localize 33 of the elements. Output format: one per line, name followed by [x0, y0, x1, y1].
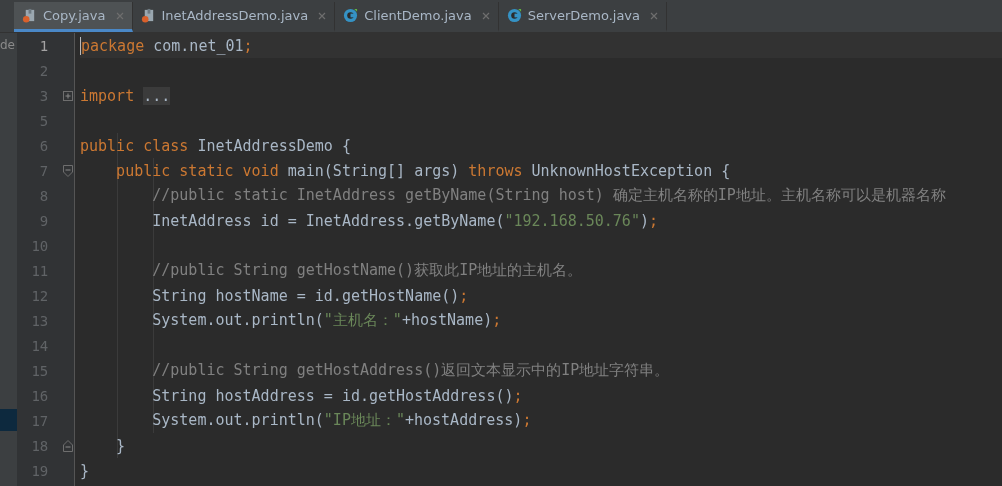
text-caret: [80, 36, 81, 55]
code-line: InetAddress id = InetAddress.getByName("192.168.50.76");: [151, 211, 658, 230]
close-icon[interactable]: [481, 11, 490, 20]
code-line: }: [115, 436, 126, 455]
code-line: //public static InetAddress getByName(String host) 确定主机名称的IP地址。主机名称可以是机器名称: [151, 186, 946, 205]
close-icon[interactable]: [115, 11, 124, 20]
collapse-fold-icon[interactable]: [63, 439, 73, 452]
code-line: }: [80, 461, 90, 480]
editor-tab[interactable]: Copy.java: [14, 2, 133, 32]
code-line: public class InetAddressDemo {: [80, 136, 351, 155]
line-number: 1: [38, 37, 49, 54]
editor-tab[interactable]: InetAddressDemo.java: [132, 2, 336, 32]
collapse-fold-icon[interactable]: [63, 164, 73, 177]
code-line: import ...: [80, 86, 171, 105]
code-line: System.out.println("主机名："+hostName);: [151, 311, 502, 330]
java-file-icon: [22, 8, 37, 23]
close-icon[interactable]: [650, 11, 659, 20]
code-line: System.out.println("IP地址："+hostAddress);: [151, 411, 532, 430]
editor-tab[interactable]: ServerDemo.java: [498, 2, 668, 32]
expand-fold-icon[interactable]: [63, 89, 73, 102]
java-file-icon: [140, 8, 156, 23]
folded-code-marker[interactable]: ...: [143, 86, 171, 105]
close-icon[interactable]: [318, 11, 327, 20]
code-line: String hostAddress = id.getHostAddress();: [151, 386, 523, 405]
code-line: public static void main(String[] args) throws UnknownHostException {: [115, 161, 731, 180]
code-line: //public String getHostName()获取此IP地址的主机名。: [151, 261, 583, 280]
code-line: String hostName = id.getHostName();: [151, 286, 469, 305]
project-tree-item[interactable]: de: [0, 38, 15, 52]
code-line: package com.net_01;: [81, 36, 253, 55]
class-icon: [343, 8, 359, 23]
class-icon: [506, 8, 522, 23]
code-line: //public String getHostAddress()返回文本显示中的IP地址字符串。: [151, 361, 670, 380]
editor-tab[interactable]: ClientDemo.java: [335, 2, 499, 32]
